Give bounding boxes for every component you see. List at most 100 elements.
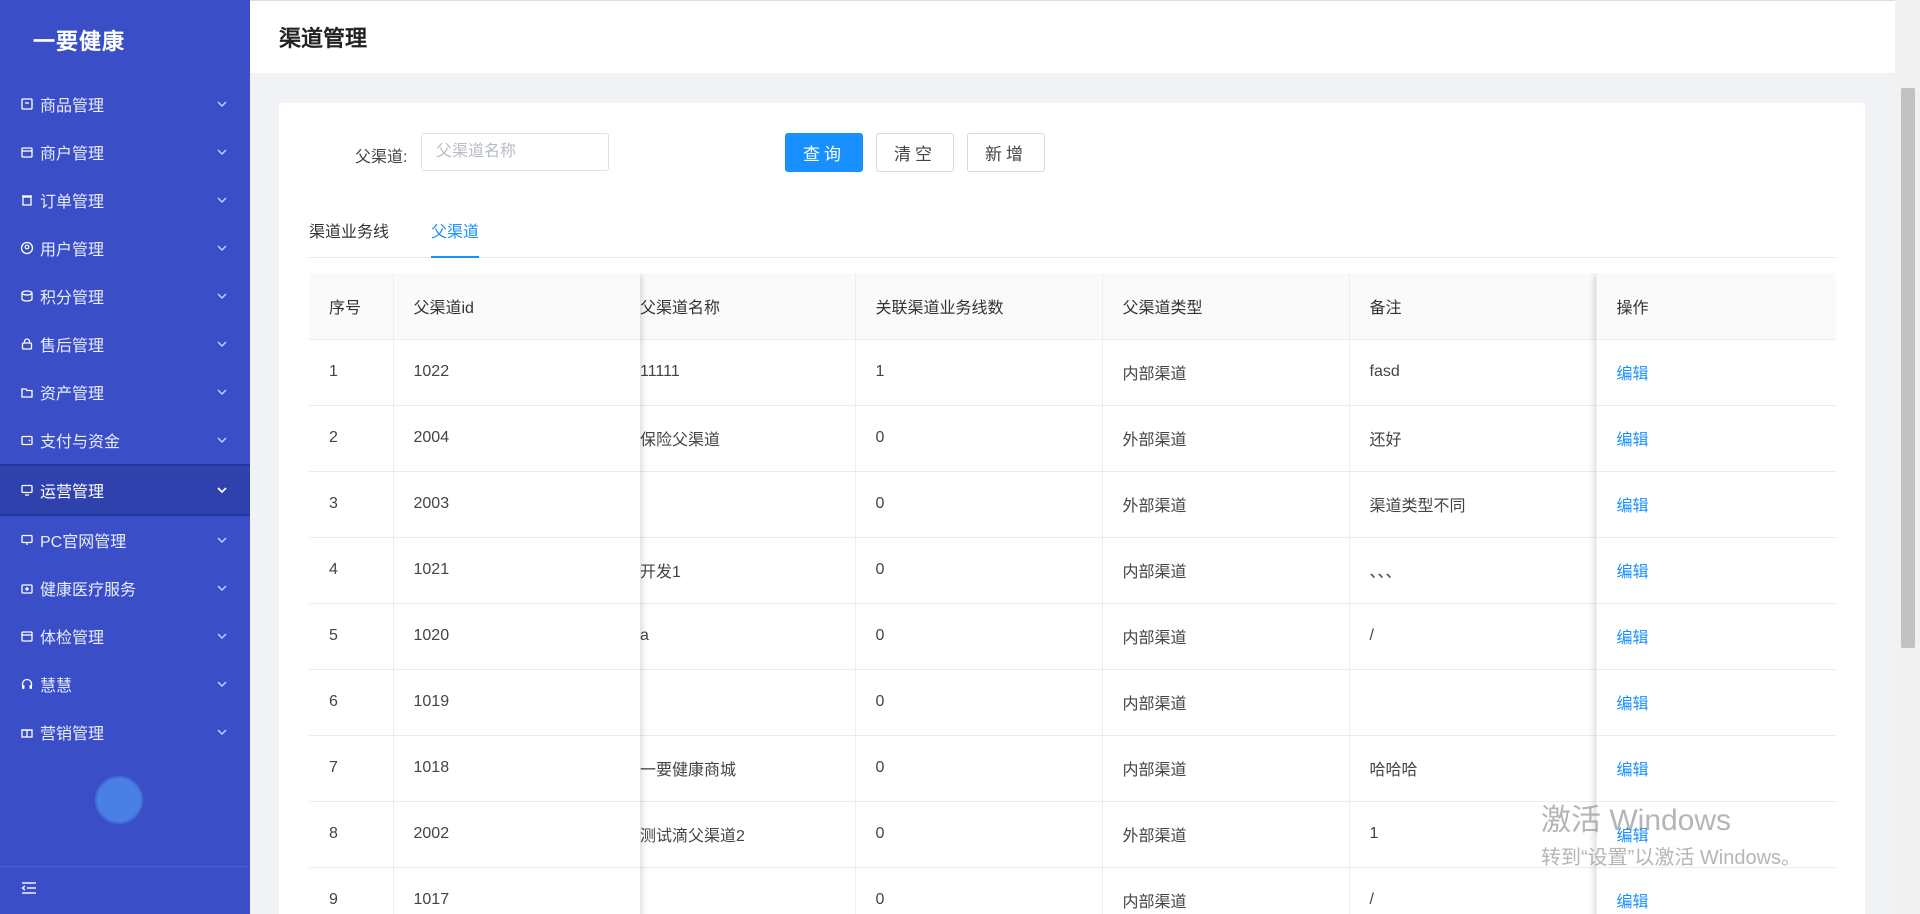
- query-button[interactable]: 查询: [785, 133, 863, 172]
- trash-icon: [20, 193, 34, 207]
- chevron-down-icon: [216, 630, 228, 642]
- table-header-row: 序号 父渠道id 父渠道名称 关联渠道业务线数 父渠道类型 备注 操作: [309, 273, 1836, 340]
- coins-icon: [20, 289, 34, 303]
- wallet-icon: [20, 433, 34, 447]
- cell-index: 8: [309, 801, 394, 868]
- cell-parent-id: 1017: [393, 867, 640, 914]
- sidebar-item-users[interactable]: 用户管理: [0, 224, 250, 272]
- add-button[interactable]: 新增: [967, 133, 1045, 172]
- filter-bar: 父渠道: 查询 清空 新增: [279, 133, 1865, 173]
- lock-icon: [20, 337, 34, 351]
- clear-button[interactable]: 清空: [876, 133, 954, 172]
- table-row: 1 1022 11111 1 内部渠道 fasd 编辑: [309, 339, 1836, 406]
- sidebar-item-orders[interactable]: 订单管理: [0, 176, 250, 224]
- page-header: 渠道管理: [250, 0, 1895, 73]
- cell-index: 2: [309, 405, 394, 472]
- table-row: 3 2003 0 外部渠道 渠道类型不同 编辑: [309, 471, 1836, 538]
- table-row: 7 1018 一要健康商城 0 内部渠道 哈哈哈 编辑: [309, 735, 1836, 802]
- chevron-down-icon: [216, 146, 228, 158]
- table-row: 9 1017 0 内部渠道 / 编辑: [309, 867, 1836, 914]
- user-icon: [20, 241, 34, 255]
- sidebar-item-label: 订单管理: [40, 194, 105, 211]
- gift-icon: [20, 725, 34, 739]
- sidebar-item-label: 用户管理: [40, 242, 105, 259]
- sidebar-item-pc-site[interactable]: PC官网管理: [0, 516, 250, 564]
- edit-link[interactable]: 编辑: [1617, 498, 1649, 515]
- sidebar-item-label: 商品管理: [40, 98, 105, 115]
- page-scrollbar[interactable]: [1895, 0, 1920, 914]
- cell-linked-count: 0: [854, 603, 1102, 670]
- tab-channel-business-line[interactable]: 渠道业务线: [309, 218, 389, 256]
- cell-parent-type: 外部渠道: [1101, 801, 1349, 868]
- cell-parent-type: 内部渠道: [1101, 735, 1349, 802]
- table-row: 6 1019 0 内部渠道 编辑: [309, 669, 1836, 736]
- sidebar-item-huihui[interactable]: 慧慧: [0, 660, 250, 708]
- sidebar-item-checkup[interactable]: 体检管理: [0, 612, 250, 660]
- cell-index: 6: [309, 669, 394, 736]
- sidebar-item-label: 体检管理: [40, 630, 105, 647]
- tab-parent-channel[interactable]: 父渠道: [431, 218, 480, 258]
- edit-link[interactable]: 编辑: [1617, 828, 1649, 845]
- col-header-note: 备注: [1348, 273, 1596, 340]
- edit-link[interactable]: 编辑: [1617, 432, 1649, 449]
- collapse-sidebar-button[interactable]: [0, 866, 250, 914]
- col-header-index: 序号: [309, 273, 394, 340]
- col-header-action: 操作: [1595, 273, 1836, 340]
- edit-link[interactable]: 编辑: [1617, 894, 1649, 911]
- cell-parent-type: 内部渠道: [1101, 669, 1349, 736]
- page-title: 渠道管理: [279, 26, 368, 51]
- cell-action: 编辑: [1595, 537, 1836, 604]
- app-logo: 一要健康: [33, 29, 126, 54]
- cell-index: 1: [309, 339, 394, 406]
- sidebar-item-label: 积分管理: [40, 290, 105, 307]
- sidebar-item-health[interactable]: 健康医疗服务: [0, 564, 250, 612]
- cell-parent-name-text: 开发1: [640, 564, 681, 581]
- sidebar: 一要健康 商品管理 商户管理 订单管理 用户管理 积分管理 售后管理 资产管理 …: [0, 0, 250, 914]
- edit-link[interactable]: 编辑: [1617, 366, 1649, 383]
- sidebar-item-operations[interactable]: 运营管理: [0, 464, 250, 516]
- cell-index: 9: [309, 867, 394, 914]
- cell-note: 哈哈哈: [1348, 735, 1596, 802]
- avatar[interactable]: [95, 776, 143, 824]
- sidebar-item-label: PC官网管理: [40, 534, 127, 551]
- col-header-parent-type: 父渠道类型: [1101, 273, 1349, 340]
- cell-parent-type: 内部渠道: [1101, 603, 1349, 670]
- cell-linked-count: 0: [854, 471, 1102, 538]
- chevron-down-icon: [216, 242, 228, 254]
- col-header-parent-name-text: 父渠道名称: [640, 299, 721, 317]
- cell-parent-type: 内部渠道: [1101, 537, 1349, 604]
- parent-channel-input[interactable]: [421, 133, 609, 171]
- parent-channel-label: 父渠道:: [355, 149, 408, 166]
- edit-link[interactable]: 编辑: [1617, 696, 1649, 713]
- cell-action: 编辑: [1595, 471, 1836, 538]
- cell-parent-id: 2004: [393, 405, 640, 472]
- cell-index: 7: [309, 735, 394, 802]
- edit-link[interactable]: 编辑: [1617, 762, 1649, 779]
- cell-parent-id: 1018: [393, 735, 640, 802]
- cell-linked-count: 0: [854, 669, 1102, 736]
- cell-parent-name-text: 测试滴父渠道2: [640, 828, 745, 845]
- chevron-down-icon: [216, 386, 228, 398]
- sidebar-item-marketing[interactable]: 营销管理: [0, 708, 250, 756]
- content-card: 父渠道: 查询 清空 新增 渠道业务线 父渠道 序号 父渠道id 父渠道名称 关…: [279, 103, 1865, 914]
- cell-note: [1348, 669, 1596, 736]
- sidebar-item-merchant[interactable]: 商户管理: [0, 128, 250, 176]
- edit-link[interactable]: 编辑: [1617, 630, 1649, 647]
- cell-action: 编辑: [1595, 867, 1836, 914]
- sidebar-item-points[interactable]: 积分管理: [0, 272, 250, 320]
- scrollbar-thumb[interactable]: [1901, 88, 1915, 648]
- sidebar-item-goods[interactable]: 商品管理: [0, 80, 250, 128]
- sidebar-item-aftersale[interactable]: 售后管理: [0, 320, 250, 368]
- sidebar-item-label: 商户管理: [40, 146, 105, 163]
- sidebar-item-label: 运营管理: [40, 484, 105, 501]
- sidebar-item-assets[interactable]: 资产管理: [0, 368, 250, 416]
- cell-parent-id: 1019: [393, 669, 640, 736]
- cell-action: 编辑: [1595, 735, 1836, 802]
- table-row: 2 2004 保险父渠道 0 外部渠道 还好 编辑: [309, 405, 1836, 472]
- cell-parent-name-text: 保险父渠道: [640, 432, 721, 449]
- edit-link[interactable]: 编辑: [1617, 564, 1649, 581]
- sidebar-item-payment[interactable]: 支付与资金: [0, 416, 250, 464]
- chevron-down-icon: [216, 678, 228, 690]
- cell-parent-type: 内部渠道: [1101, 339, 1349, 406]
- monitor-icon: [20, 483, 34, 497]
